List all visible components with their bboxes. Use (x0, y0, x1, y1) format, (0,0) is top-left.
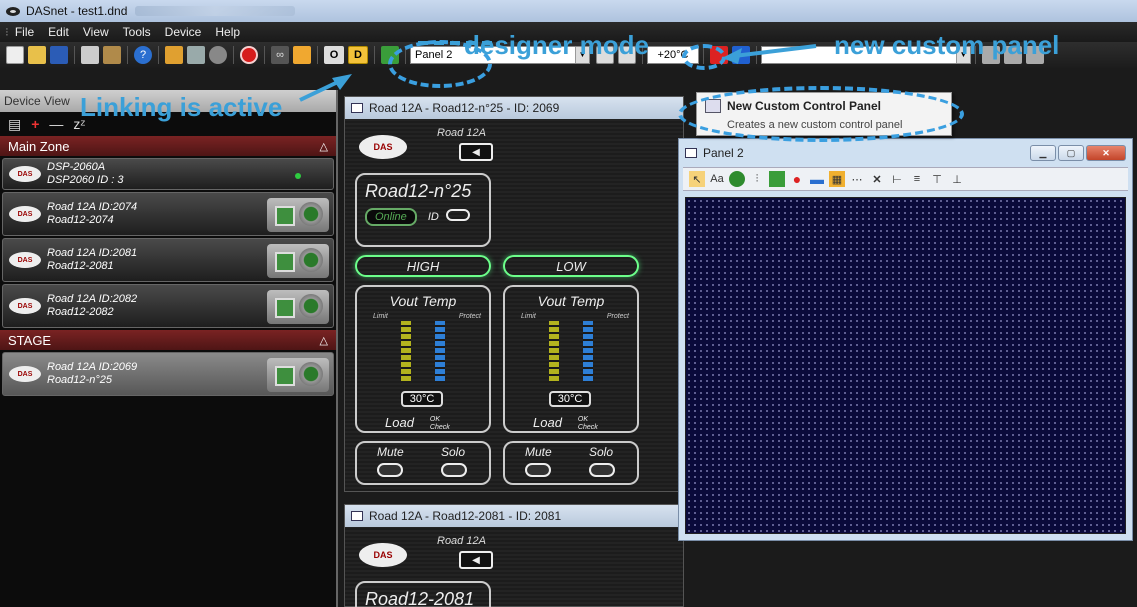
designer-mode-annotation: designer mode (464, 30, 649, 60)
linking-active-annotation: Linking is active (80, 92, 283, 122)
new-custom-panel-annotation: new custom panel (834, 30, 1060, 60)
